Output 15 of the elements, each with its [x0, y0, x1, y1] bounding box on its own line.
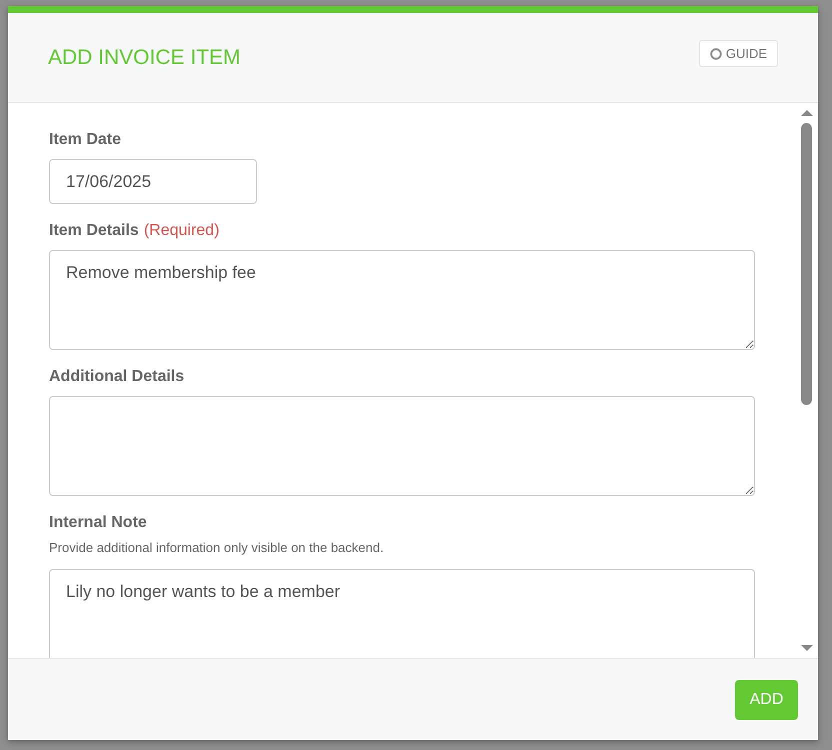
text-area[interactable]: Lily no longer wants to be a member [49, 569, 755, 658]
field-label: Item Date [49, 131, 122, 149]
field-label: Internal Note [49, 514, 147, 532]
date-field[interactable]: 17/06/2025 [49, 159, 257, 204]
help-text: Provide additional information only visible on the backend. [49, 540, 385, 555]
modal-title: ADD INVOICE ITEM [48, 46, 241, 70]
field-label: Item Details [49, 222, 139, 240]
circle-icon [710, 48, 722, 60]
scroll-up-icon[interactable] [800, 109, 812, 117]
scrollbar-thumb[interactable] [801, 123, 812, 405]
field-label: Additional Details [49, 368, 184, 386]
required-note: (Required) [144, 222, 220, 240]
guide-button[interactable]: GUIDE [698, 40, 778, 67]
text-area[interactable]: Remove membership fee [49, 250, 755, 350]
scroll-down-icon[interactable] [800, 644, 812, 652]
